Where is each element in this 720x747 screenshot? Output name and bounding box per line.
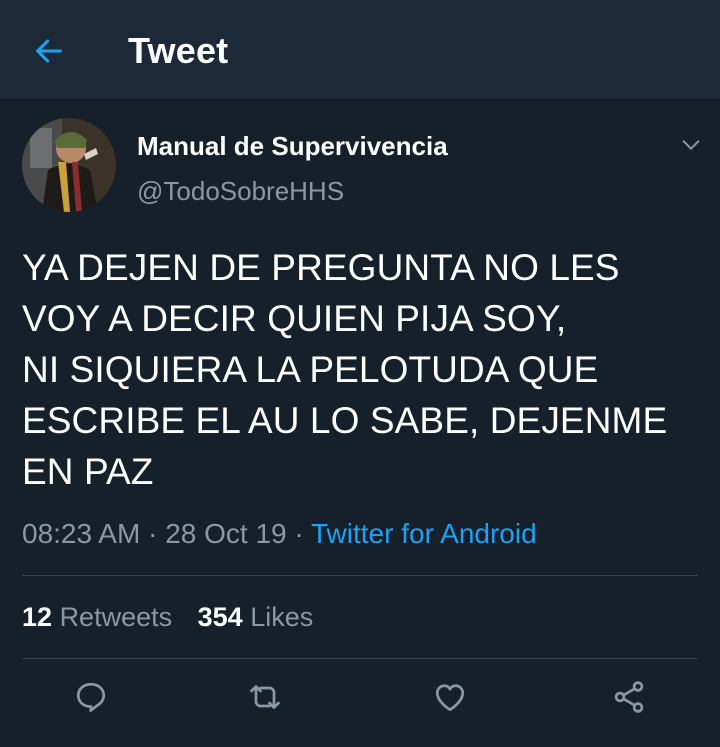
likes-label: Likes <box>250 602 314 632</box>
divider <box>22 575 698 576</box>
share-icon <box>614 681 644 713</box>
retweets-label: Retweets <box>59 602 173 632</box>
meta-separator: · <box>148 518 158 549</box>
page-title: Tweet <box>128 30 229 71</box>
tweet-time: 08:23 AM <box>22 518 141 549</box>
avatar[interactable] <box>22 118 116 212</box>
arrow-left-icon <box>36 39 62 63</box>
like-icon <box>435 684 465 712</box>
tweet-action-bar <box>0 672 720 732</box>
retweets-count: 12 <box>22 602 53 632</box>
reply-button[interactable] <box>66 672 116 722</box>
tweet-source-link[interactable]: Twitter for Android <box>311 518 537 549</box>
retweet-icon <box>250 685 280 709</box>
likes-stat[interactable]: 354 Likes <box>198 602 314 632</box>
author-handle[interactable]: @TodoSobreHHS <box>137 176 344 207</box>
meta-separator: · <box>294 518 304 549</box>
top-app-bar: Tweet <box>0 0 720 100</box>
likes-count: 354 <box>197 602 243 632</box>
retweet-button[interactable] <box>240 672 290 722</box>
share-button[interactable] <box>604 672 654 722</box>
tweet-date: 28 Oct 19 <box>165 518 287 549</box>
tweet-text: YA DEJEN DE PREGUNTA NO LES VOY A DECIR … <box>22 247 668 492</box>
reply-icon <box>76 682 106 712</box>
divider <box>22 658 698 659</box>
tweet-metadata: 08:23 AM · 28 Oct 19 · Twitter for Andro… <box>22 518 537 550</box>
like-button[interactable] <box>425 672 475 722</box>
author-display-name[interactable]: Manual de Supervivencia <box>137 131 448 162</box>
tweet-menu-button[interactable] <box>676 130 706 160</box>
chevron-down-icon <box>682 140 700 150</box>
tweet-stats: 12 Retweets 354 Likes <box>22 602 331 633</box>
tweet-detail: Manual de Supervivencia @TodoSobreHHS YA… <box>0 100 720 747</box>
retweets-stat[interactable]: 12 Retweets <box>22 602 172 632</box>
back-button[interactable] <box>26 28 72 74</box>
